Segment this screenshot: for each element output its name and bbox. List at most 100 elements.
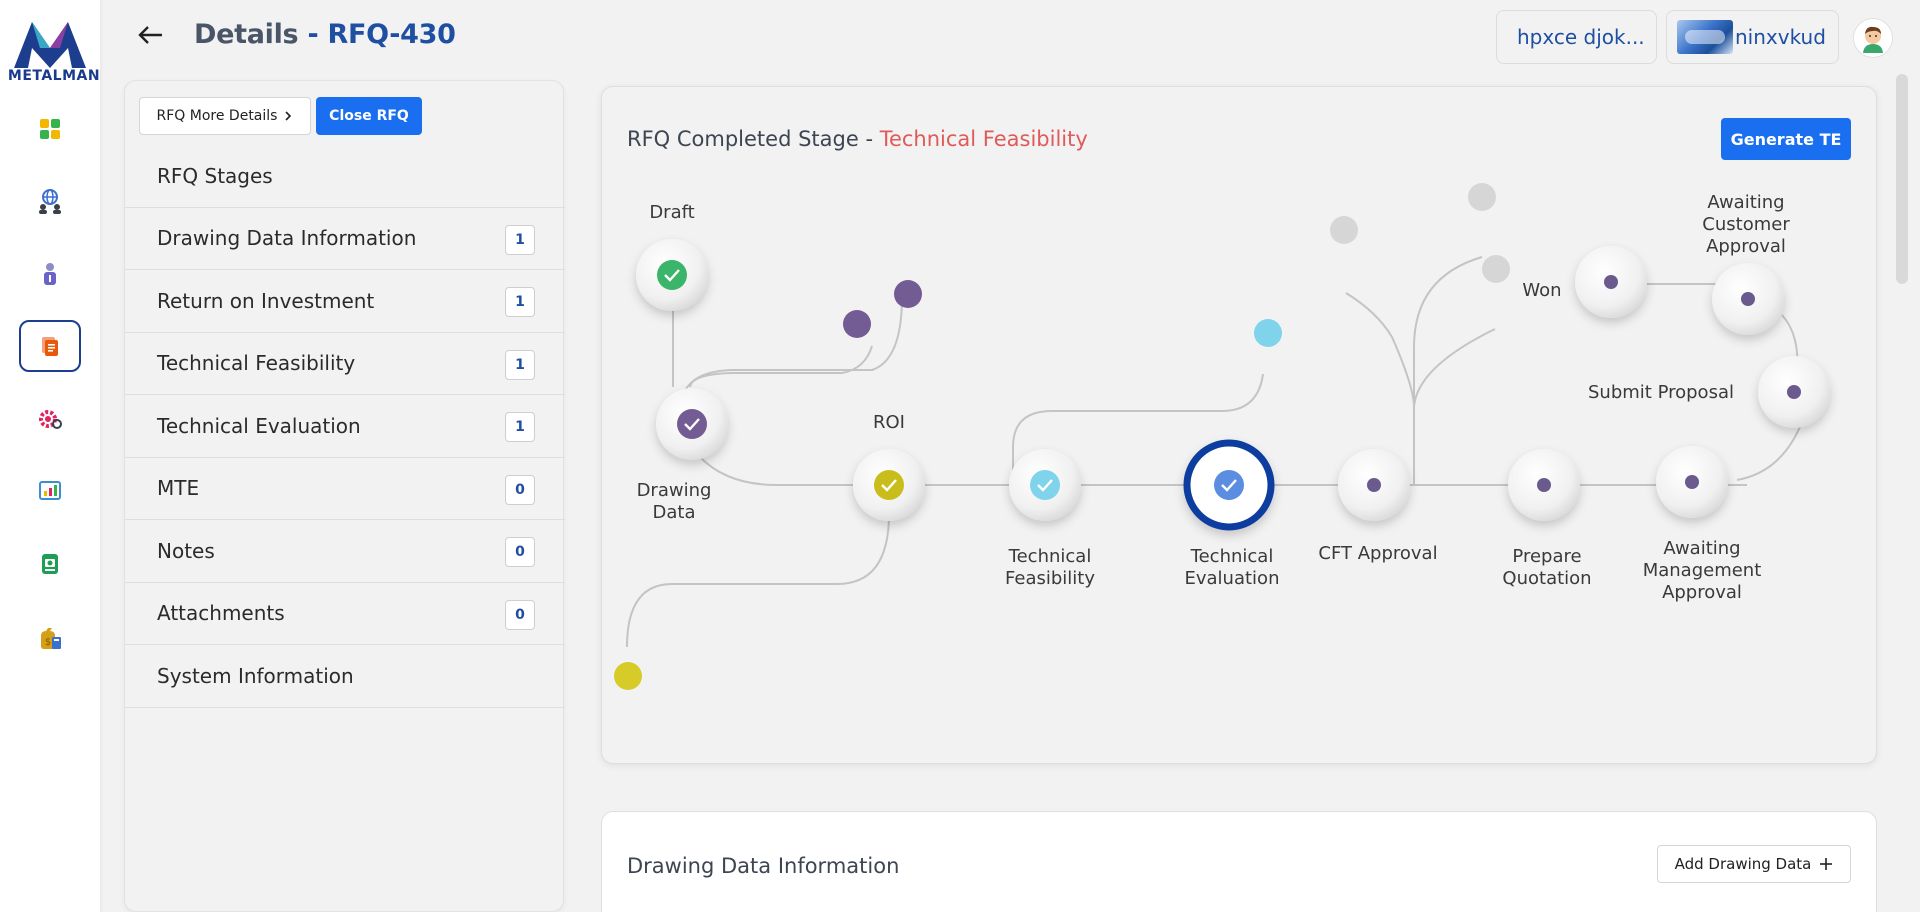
rail-inventory[interactable] [19,538,81,590]
node-label-cust-2: Customer [1702,214,1790,235]
stage-item-label: Technical Feasibility [157,351,356,376]
plus-icon [1820,858,1833,870]
dashboard-icon [40,119,60,139]
logo-text: METALMAN [7,68,101,84]
node-label-tech-eval-1: Technical [1190,546,1274,567]
rail-customers[interactable] [19,175,81,227]
node-label-tech-feas-2: Feasibility [1005,568,1095,589]
stage-item-notes[interactable]: Notes 0 [125,520,565,583]
stage-node-technical-evaluation[interactable] [1183,439,1275,531]
node-label-draft: Draft [649,202,694,223]
avatar[interactable] [1853,18,1893,58]
node-label-mgmt-3: Approval [1662,582,1742,603]
metalman-logo[interactable]: METALMAN [4,18,100,88]
page-scrollbar[interactable] [1896,74,1908,284]
user-info-icon [44,263,56,285]
drawing-data-title: Drawing Data Information [627,854,900,878]
rail-finance[interactable]: $ [19,612,81,664]
rail-user-info[interactable] [19,248,81,300]
handshake-image [1677,20,1733,54]
node-label-tech-eval-2: Evaluation [1185,568,1280,589]
branch-dot-yellow [614,662,642,690]
stage-node-awaiting-management-approval[interactable] [1656,446,1728,518]
node-label-cust-1: Awaiting [1707,192,1784,213]
icon-rail: METALMAN $ [0,0,100,912]
branch-dot-purple [894,280,922,308]
rfq-more-details-button[interactable]: RFQ More Details [139,97,311,135]
stage-item-label: Notes [157,538,215,563]
pending-dot-icon [1787,385,1801,399]
stage-count-badge: 0 [505,474,535,505]
node-label-prep-2: Quotation [1502,568,1591,589]
company-pill-label: hpxce djok... [1517,25,1645,49]
stages-heading: RFQ Stages [125,145,565,208]
rail-settings[interactable] [19,393,81,445]
stage-item-attachments[interactable]: Attachments 0 [125,583,565,645]
stage-node-technical-feasibility[interactable] [1009,449,1081,521]
node-label-roi: ROI [873,412,905,433]
svg-text:$: $ [45,637,51,648]
current-check-icon [1214,470,1244,500]
stage-item-technical-feasibility[interactable]: Technical Feasibility 1 [125,333,565,395]
pending-dot-icon [1367,478,1381,492]
rail-documents[interactable] [19,320,81,372]
stage-item-system-information[interactable]: System Information [125,645,565,708]
rail-analytics[interactable] [19,465,81,517]
add-drawing-data-label: Add Drawing Data [1674,855,1812,873]
stage-count-badge: 1 [505,224,535,255]
stage-node-cft-approval[interactable] [1338,449,1410,521]
node-label-cft: CFT Approval [1318,543,1437,564]
stage-count-badge: 1 [505,349,535,380]
inventory-icon [42,554,58,574]
stage-node-submit-proposal[interactable] [1758,356,1830,428]
rail-dashboard[interactable] [19,103,81,155]
company-pill[interactable]: hpxce djok... [1496,10,1657,64]
logo-mark-icon [14,22,86,68]
stage-item-mte[interactable]: MTE 0 [125,458,565,520]
user-pill[interactable]: ninxvkud [1666,10,1839,64]
stage-item-roi[interactable]: Return on Investment 1 [125,270,565,333]
title-separator: - [298,19,328,50]
stage-item-drawing-data[interactable]: Drawing Data Information 1 [125,208,565,270]
drawing-data-card: Drawing Data Information Add Drawing Dat… [601,811,1877,912]
stage-node-prepare-quotation[interactable] [1508,449,1580,521]
branch-dot-cyan [1254,319,1282,347]
complete-check-icon [1030,470,1060,500]
page-title-text: Details [194,19,299,50]
rfq-stage-card: RFQ Completed Stage - Technical Feasibil… [601,86,1877,764]
stage-node-won[interactable] [1575,246,1647,318]
page-title: Details - RFQ-430 [194,19,456,50]
stage-node-draft[interactable] [636,239,708,311]
stage-item-label: Return on Investment [157,288,375,313]
node-label-mgmt-1: Awaiting [1663,538,1740,559]
stage-node-drawing-data[interactable] [656,388,728,460]
add-drawing-data-button[interactable]: Add Drawing Data [1657,845,1851,883]
complete-check-icon [874,470,904,500]
stage-node-roi[interactable] [853,449,925,521]
stage-item-label: Drawing Data Information [157,226,417,251]
stages-heading-text: RFQ Stages [157,163,273,188]
branch-dot-grey [1482,255,1510,283]
branch-dot-purple [843,310,871,338]
pending-dot-icon [1685,475,1699,489]
rfq-side-panel: RFQ More Details Close RFQ RFQ Stages Dr… [124,80,565,912]
node-label-cust-3: Approval [1706,236,1786,257]
node-label-won: Won [1522,280,1561,301]
node-label-drawing-data-2: Data [653,502,696,523]
more-details-label: RFQ More Details [156,108,278,124]
close-rfq-button[interactable]: Close RFQ [316,97,422,135]
node-label-submit: Submit Proposal [1588,382,1734,403]
node-label-mgmt-2: Management [1643,560,1762,581]
stage-item-label: Attachments [157,601,285,626]
stage-item-technical-evaluation[interactable]: Technical Evaluation 1 [125,395,565,458]
branch-dot-grey [1330,216,1358,244]
node-label-drawing-data-1: Drawing [637,480,712,501]
stage-node-awaiting-customer-approval[interactable] [1712,263,1784,335]
complete-check-icon [657,260,687,290]
finance-money-icon: $ [41,628,61,649]
pending-dot-icon [1604,275,1618,289]
customer-globe-icon [39,189,61,214]
page-header: Details - RFQ-430 hpxce djok... ninxvkud [100,0,1920,74]
stage-item-label: MTE [157,476,200,501]
back-button[interactable] [136,20,166,50]
